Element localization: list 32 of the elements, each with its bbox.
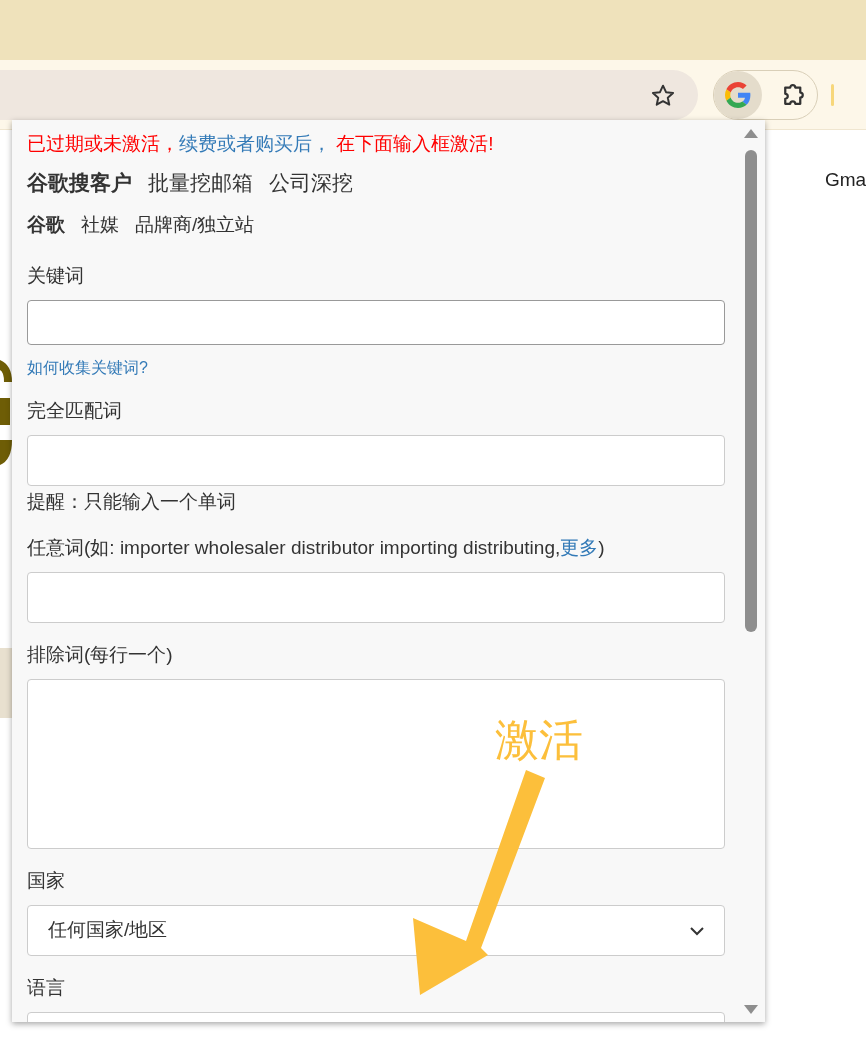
chevron-down-icon [690,925,704,936]
annotation-text: 激活 [495,714,583,766]
photo-placeholder [0,648,12,718]
input-field[interactable] [27,435,725,486]
bookmark-star-icon[interactable] [650,83,676,109]
main-tab[interactable]: 谷歌搜客户 [27,166,132,200]
main-tab[interactable]: 公司深挖 [269,166,353,200]
toolbar-separator [831,84,834,106]
renew-link[interactable]: 续费或者购买后， [179,133,331,154]
sub-tab[interactable]: 品牌商/独立站 [135,210,255,240]
field-label: 国家 [27,869,66,893]
scrollbar-thumb[interactable] [745,150,757,632]
more-link[interactable]: 更多 [560,537,599,558]
field-label: 关键词 [27,264,85,288]
g-logo-icon [725,82,751,108]
field-label: 排除词(每行一个) [27,643,174,667]
activation-notice: 已过期或未激活，续费或者购买后， 在下面输入框激活! [27,132,495,156]
scroll-down-arrow-icon[interactable] [743,1004,759,1016]
page-text: Gma [825,168,866,192]
field-label: 语言 [27,976,66,1000]
sub-tab[interactable]: 社媒 [81,210,119,240]
dropdown[interactable]: 任何国家/地区 [27,905,725,956]
field-label: 任意词(如: importer wholesaler distributor importing distributing,更多) [27,536,606,560]
field-label: 完全匹配词 [27,399,123,423]
scroll-up-arrow-icon[interactable] [743,127,759,139]
hint-text: 提醒：只能输入一个单词 [27,490,237,514]
help-link[interactable]: 如何收集关键词? [27,357,725,379]
text-area[interactable] [27,300,725,345]
main-tab[interactable]: 批量挖邮箱 [148,166,253,200]
input-field[interactable] [27,572,725,623]
sub-tab[interactable]: 谷歌 [27,210,65,240]
text-area[interactable] [27,679,725,849]
